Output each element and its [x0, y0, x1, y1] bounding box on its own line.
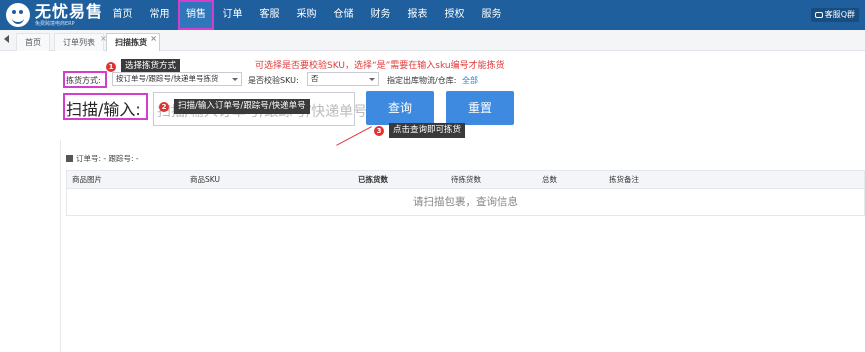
customer-service-label: 客服Q群	[824, 10, 855, 19]
pick-mode-label: 拣货方式:	[66, 76, 101, 85]
tab-home-label: 首页	[25, 38, 41, 47]
nav-item-authorize[interactable]: 授权	[436, 0, 473, 30]
nav-item-sales[interactable]: 销售	[178, 0, 214, 30]
nav-item-home[interactable]: 首页	[104, 0, 141, 30]
tab-scan-picking[interactable]: 扫描拣货 ×	[106, 33, 160, 51]
annotation-badge-3: 3	[374, 126, 384, 136]
column-header-image: 商品图片	[72, 175, 102, 184]
scan-label: 扫描/输入:	[66, 100, 141, 119]
annotation-tip-3: 点击查询即可拣货	[389, 123, 466, 138]
nav-item-purchase[interactable]: 采购	[288, 0, 325, 30]
empty-state-text: 请扫描包裹，查询信息	[413, 196, 518, 208]
verify-sku-value: 否	[311, 74, 319, 83]
annotation-tip-2: 扫描/输入订单号/跟踪号/快递单号	[174, 99, 310, 114]
annotation-badge-1: 1	[106, 62, 116, 72]
query-button[interactable]: 查询	[366, 91, 434, 125]
tab-scroll-left-icon[interactable]	[4, 35, 9, 43]
tab-bar: 首页 订单列表 × 扫描拣货 ×	[0, 30, 865, 51]
customer-service-button[interactable]: 客服Q群	[810, 8, 859, 22]
column-header-pending: 待拣货数	[451, 175, 481, 184]
nav-item-common[interactable]: 常用	[141, 0, 178, 30]
warehouse-label: 指定出库物流/仓库:	[387, 76, 457, 85]
tab-home[interactable]: 首页	[16, 33, 50, 51]
tab-order-list[interactable]: 订单列表	[54, 33, 104, 51]
main-nav: 首页 常用 销售 订单 客服 采购 仓储 财务 报表 授权 服务	[104, 0, 510, 30]
nav-item-warehouse[interactable]: 仓储	[325, 0, 362, 30]
reset-button[interactable]: 重置	[446, 91, 514, 125]
top-navbar: 无忧易售 免费跨境电商ERP 首页 常用 销售 订单 客服 采购 仓储 财务 报…	[0, 0, 865, 30]
chevron-down-icon	[369, 78, 375, 81]
picking-table: 商品图片 商品SKU 已拣货数 待拣货数 总数 拣货备注 请扫描包裹，查询信息	[66, 170, 865, 216]
order-info-text: 订单号: - 跟踪号: -	[76, 154, 139, 163]
app-subtitle: 免费跨境电商ERP	[35, 21, 75, 27]
pick-mode-select[interactable]: 按订单号/跟踪号/快递单号拣货	[112, 72, 242, 86]
warehouse-all-link[interactable]: 全部	[462, 75, 478, 86]
column-header-total: 总数	[542, 175, 557, 184]
tab-order-list-label: 订单列表	[63, 38, 95, 47]
app-logo[interactable]: 无忧易售 免费跨境电商ERP	[6, 3, 103, 27]
chat-icon	[814, 12, 823, 18]
column-header-sku: 商品SKU	[190, 175, 220, 184]
column-header-remark: 拣货备注	[609, 175, 639, 184]
column-header-picked: 已拣货数	[358, 175, 388, 184]
document-icon	[66, 155, 73, 162]
tab-scan-picking-label: 扫描拣货	[115, 38, 147, 47]
nav-item-orders[interactable]: 订单	[214, 0, 251, 30]
table-header: 商品图片 商品SKU 已拣货数 待拣货数 总数 拣货备注	[66, 170, 865, 189]
verify-sku-label: 是否校验SKU:	[248, 76, 299, 85]
divider	[60, 140, 61, 352]
nav-item-reports[interactable]: 报表	[399, 0, 436, 30]
nav-item-finance[interactable]: 财务	[362, 0, 399, 30]
tab-close-icon[interactable]: ×	[150, 34, 157, 44]
nav-item-service[interactable]: 服务	[473, 0, 510, 30]
chevron-down-icon	[232, 78, 238, 81]
nav-item-customer-service[interactable]: 客服	[251, 0, 288, 30]
logo-icon	[6, 3, 30, 27]
table-body: 请扫描包裹，查询信息	[66, 189, 865, 216]
verify-sku-select[interactable]: 否	[307, 72, 379, 86]
pick-mode-value: 按订单号/跟踪号/快递单号拣货	[116, 74, 219, 83]
annotation-badge-2: 2	[159, 102, 169, 112]
order-info: 订单号: - 跟踪号: -	[66, 153, 139, 164]
app-title: 无忧易售	[35, 2, 104, 21]
annotation-red-note: 可选择是否要校验SKU，选择“是”需要在输入sku编号才能拣货	[255, 61, 505, 71]
